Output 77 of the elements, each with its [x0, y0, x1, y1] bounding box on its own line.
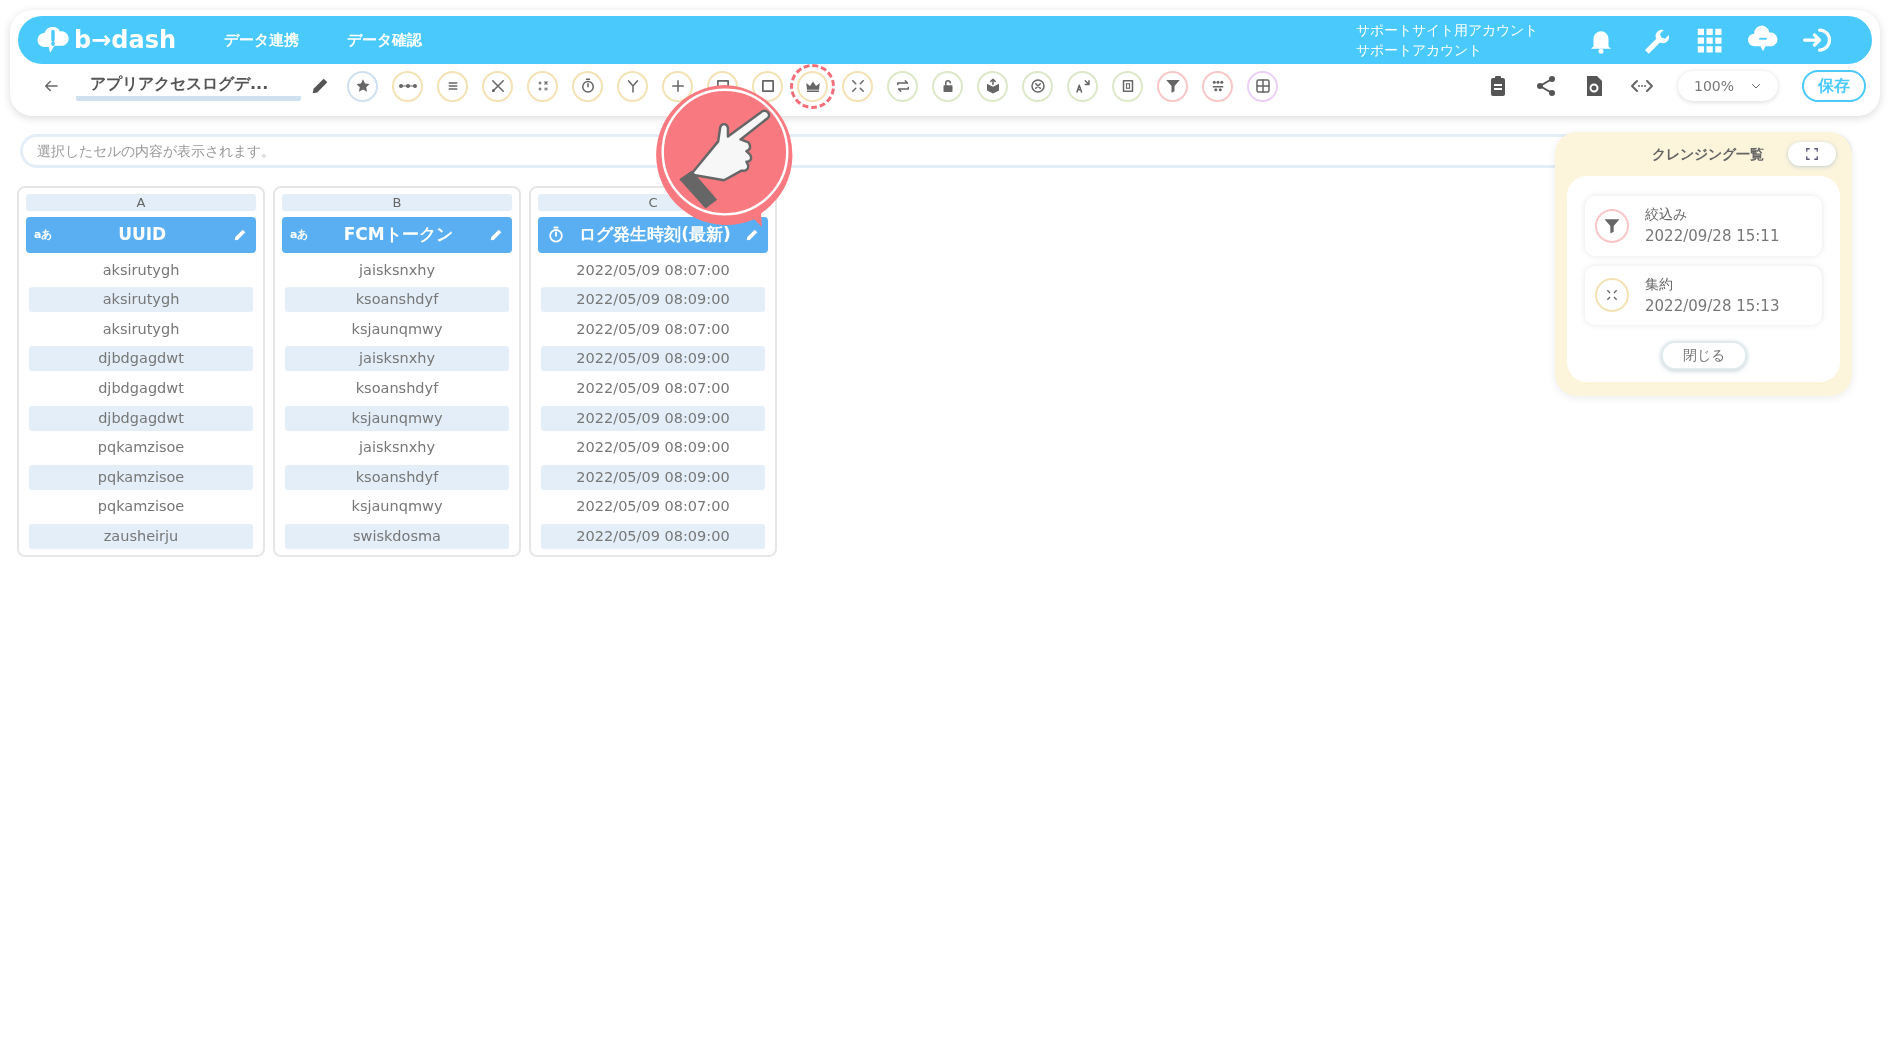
table-cell[interactable]: 2022/05/09 08:09:00	[541, 287, 765, 313]
type-label: aあ	[290, 226, 309, 243]
tool-button[interactable]	[932, 70, 963, 102]
tool-button[interactable]	[392, 70, 423, 102]
square-icon	[761, 80, 774, 92]
table-cell[interactable]: ksoanshdyf	[285, 287, 509, 313]
table-cell[interactable]: pqkamzisoe	[29, 494, 253, 520]
table-cell[interactable]: ksjaunqmwy	[285, 405, 509, 431]
table-cell[interactable]: 2022/05/09 08:09:00	[541, 405, 765, 431]
close-circle-icon	[1028, 77, 1047, 95]
table-cell[interactable]: 2022/05/09 08:09:00	[541, 523, 765, 549]
table-cell[interactable]: swiskdosma	[285, 523, 509, 549]
table-cell[interactable]: ksoanshdyf	[285, 464, 509, 490]
tool-button[interactable]	[572, 70, 603, 102]
expand-icon	[1805, 147, 1819, 161]
column-letter[interactable]: B	[282, 194, 512, 211]
column-letter[interactable]: A	[26, 194, 256, 211]
column-header[interactable]: ログ発生時刻(最新)	[538, 217, 768, 253]
table-cell[interactable]: aksirutygh	[29, 287, 253, 313]
panel-title: クレンジング一覧	[1652, 144, 1764, 164]
tool-button[interactable]	[1157, 70, 1188, 102]
table-cell[interactable]: aksirutygh	[29, 316, 253, 342]
table-cell[interactable]: 2022/05/09 08:07:00	[541, 494, 765, 520]
document-title: アプリアクセスログデ...	[76, 71, 301, 101]
tool-button[interactable]	[977, 70, 1008, 102]
tool-button[interactable]	[482, 70, 513, 102]
column-title: FCMトークン	[342, 223, 454, 247]
table-cell[interactable]: pqkamzisoe	[29, 435, 253, 461]
tool-button[interactable]	[1247, 70, 1278, 102]
tool-button[interactable]	[752, 70, 783, 102]
tool-button[interactable]	[887, 70, 918, 102]
item-time: 2022/09/28 15:11	[1645, 226, 1780, 247]
tool-button[interactable]	[1112, 70, 1143, 102]
table-cell[interactable]: 2022/05/09 08:09:00	[541, 346, 765, 372]
share-icon[interactable]	[1534, 74, 1558, 98]
logo-text: b→dash	[74, 25, 177, 56]
expand-button[interactable]	[1788, 142, 1836, 166]
tool-button[interactable]	[1067, 70, 1098, 102]
account-name: サポートサイト用アカウント	[1356, 21, 1538, 40]
close-button[interactable]: 閉じる	[1660, 341, 1747, 370]
table-cell[interactable]: 2022/05/09 08:07:00	[541, 375, 765, 401]
table-cell[interactable]: jaisksnxhy	[285, 435, 509, 461]
table-cell[interactable]: jaisksnxhy	[285, 346, 509, 372]
cleansing-item[interactable]: 絞込み 2022/09/28 15:11	[1585, 196, 1822, 256]
table-cell[interactable]: djbdgagdwt	[29, 375, 253, 401]
column-header[interactable]: aあ FCMトークン	[282, 217, 512, 253]
item-name: 絞込み	[1645, 205, 1688, 224]
stopwatch-icon	[546, 225, 566, 245]
table-cell[interactable]: 2022/05/09 08:09:00	[541, 435, 765, 461]
tool-button[interactable]	[1202, 70, 1233, 102]
table-cell[interactable]: pqkamzisoe	[29, 464, 253, 490]
tool-button[interactable]	[437, 70, 468, 102]
tool-button[interactable]	[347, 70, 378, 102]
table-cell[interactable]: ksjaunqmwy	[285, 494, 509, 520]
tool-button[interactable]	[617, 70, 648, 102]
tool-button[interactable]	[1022, 70, 1053, 102]
item-time: 2022/09/28 15:13	[1645, 295, 1780, 317]
item-name: 集約	[1645, 274, 1674, 294]
table-cell[interactable]: ksjaunqmwy	[285, 316, 509, 342]
table-cell[interactable]: 2022/05/09 08:09:00	[541, 464, 765, 490]
table-cell[interactable]: 2022/05/09 08:07:00	[541, 257, 765, 283]
table-cell[interactable]: aksirutygh	[29, 257, 253, 283]
zoom-select[interactable]: 100%	[1678, 71, 1778, 101]
tool-button[interactable]	[662, 70, 693, 102]
table-cell[interactable]: djbdgagdwt	[29, 405, 253, 431]
table-grid-icon	[1253, 77, 1272, 95]
column-title: ログ発生時刻(最新)	[578, 223, 732, 247]
column-title: UUID	[117, 223, 168, 247]
type-label: aあ	[34, 226, 53, 243]
table-cell[interactable]: jaisksnxhy	[285, 257, 509, 283]
table-cell[interactable]: zausheirju	[29, 523, 253, 549]
table-cell[interactable]: ksoanshdyf	[285, 375, 509, 401]
account-name: サポートアカウント	[1356, 41, 1483, 60]
table-cell[interactable]: djbdgagdwt	[29, 346, 253, 372]
cleansing-item[interactable]: 集約 2022/09/28 15:13	[1585, 265, 1822, 325]
table-cell[interactable]: 2022/05/09 08:07:00	[541, 316, 765, 342]
column-header[interactable]: aあ UUID	[26, 217, 256, 253]
